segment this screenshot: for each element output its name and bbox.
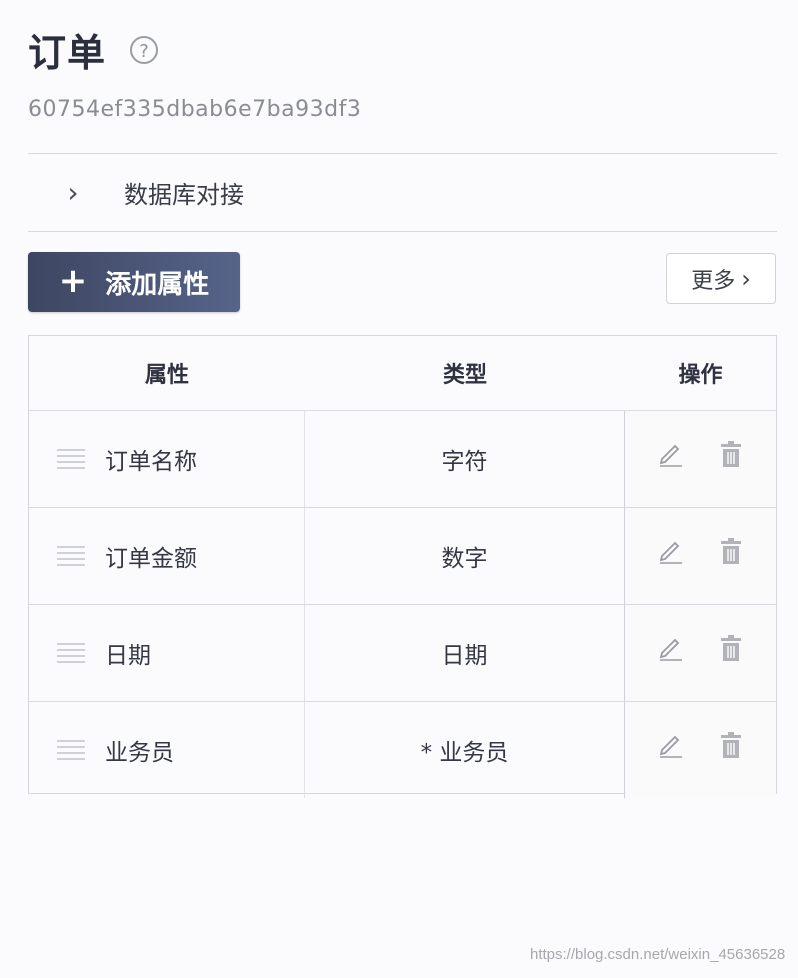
table-row: 订单金额 数字	[29, 508, 776, 605]
trash-icon[interactable]	[718, 441, 744, 467]
trash-icon[interactable]	[718, 732, 744, 758]
drag-handle-icon[interactable]	[57, 449, 85, 469]
column-header-attribute: 属性	[144, 363, 189, 388]
edit-icon[interactable]	[658, 635, 684, 661]
attributes-table: 属性 类型 操作 订单名称 字符 订单金额 数字 日期 日期 业务员 * 业务员	[28, 335, 777, 798]
more-button[interactable]: 更多 ›	[666, 253, 776, 304]
attribute-cell: 订单金额	[29, 508, 305, 604]
type-cell: * 业务员	[305, 702, 625, 798]
table-row: 业务员 * 业务员	[29, 702, 776, 798]
trash-icon[interactable]	[718, 635, 744, 661]
type-cell: 字符	[305, 411, 625, 507]
attribute-name: 订单名称	[105, 449, 197, 475]
record-id: 60754ef335dbab6e7ba93df3	[28, 97, 362, 122]
chevron-right-icon[interactable]: ›	[28, 176, 118, 209]
table-header: 属性 类型 操作	[29, 336, 776, 411]
actions-cell	[625, 605, 776, 701]
drag-handle-icon[interactable]	[57, 546, 85, 566]
chevron-right-icon: ›	[741, 264, 751, 293]
attribute-cell: 订单名称	[29, 411, 305, 507]
type-cell: 日期	[305, 605, 625, 701]
edit-icon[interactable]	[658, 441, 684, 467]
watermark-text: https://blog.csdn.net/weixin_45636528	[530, 946, 786, 963]
attribute-cell: 业务员	[29, 702, 305, 798]
add-attribute-button[interactable]: + 添加属性	[28, 252, 240, 312]
database-section-row[interactable]: › 数据库对接	[28, 154, 777, 231]
plus-icon: +	[58, 260, 88, 301]
title-row: 订单 ?	[28, 22, 361, 77]
column-header-type: 类型	[442, 363, 487, 388]
drag-handle-icon[interactable]	[57, 643, 85, 663]
table-row: 订单名称 字符	[29, 411, 776, 508]
column-header-actions: 操作	[678, 363, 723, 388]
actions-cell	[625, 411, 776, 507]
more-label: 更多	[691, 268, 736, 294]
database-section-label[interactable]: 数据库对接	[124, 175, 244, 210]
help-icon[interactable]: ?	[130, 35, 159, 64]
table-row: 日期 日期	[29, 605, 776, 702]
edit-icon[interactable]	[658, 732, 684, 758]
attribute-name: 订单金额	[105, 546, 197, 572]
drag-handle-icon[interactable]	[57, 740, 85, 760]
attribute-cell: 日期	[29, 605, 305, 701]
page-title: 订单	[28, 31, 107, 75]
type-cell: 数字	[305, 508, 625, 604]
actions-cell	[625, 702, 776, 798]
section-divider-bottom	[28, 231, 777, 232]
add-attribute-label: 添加属性	[105, 269, 210, 300]
page-header: 订单 ? 60754ef335dbab6e7ba93df3	[28, 22, 361, 122]
actions-cell	[625, 508, 776, 604]
trash-icon[interactable]	[718, 538, 744, 564]
attribute-name: 业务员	[105, 740, 174, 766]
attribute-name: 日期	[105, 643, 151, 669]
edit-icon[interactable]	[658, 538, 684, 564]
